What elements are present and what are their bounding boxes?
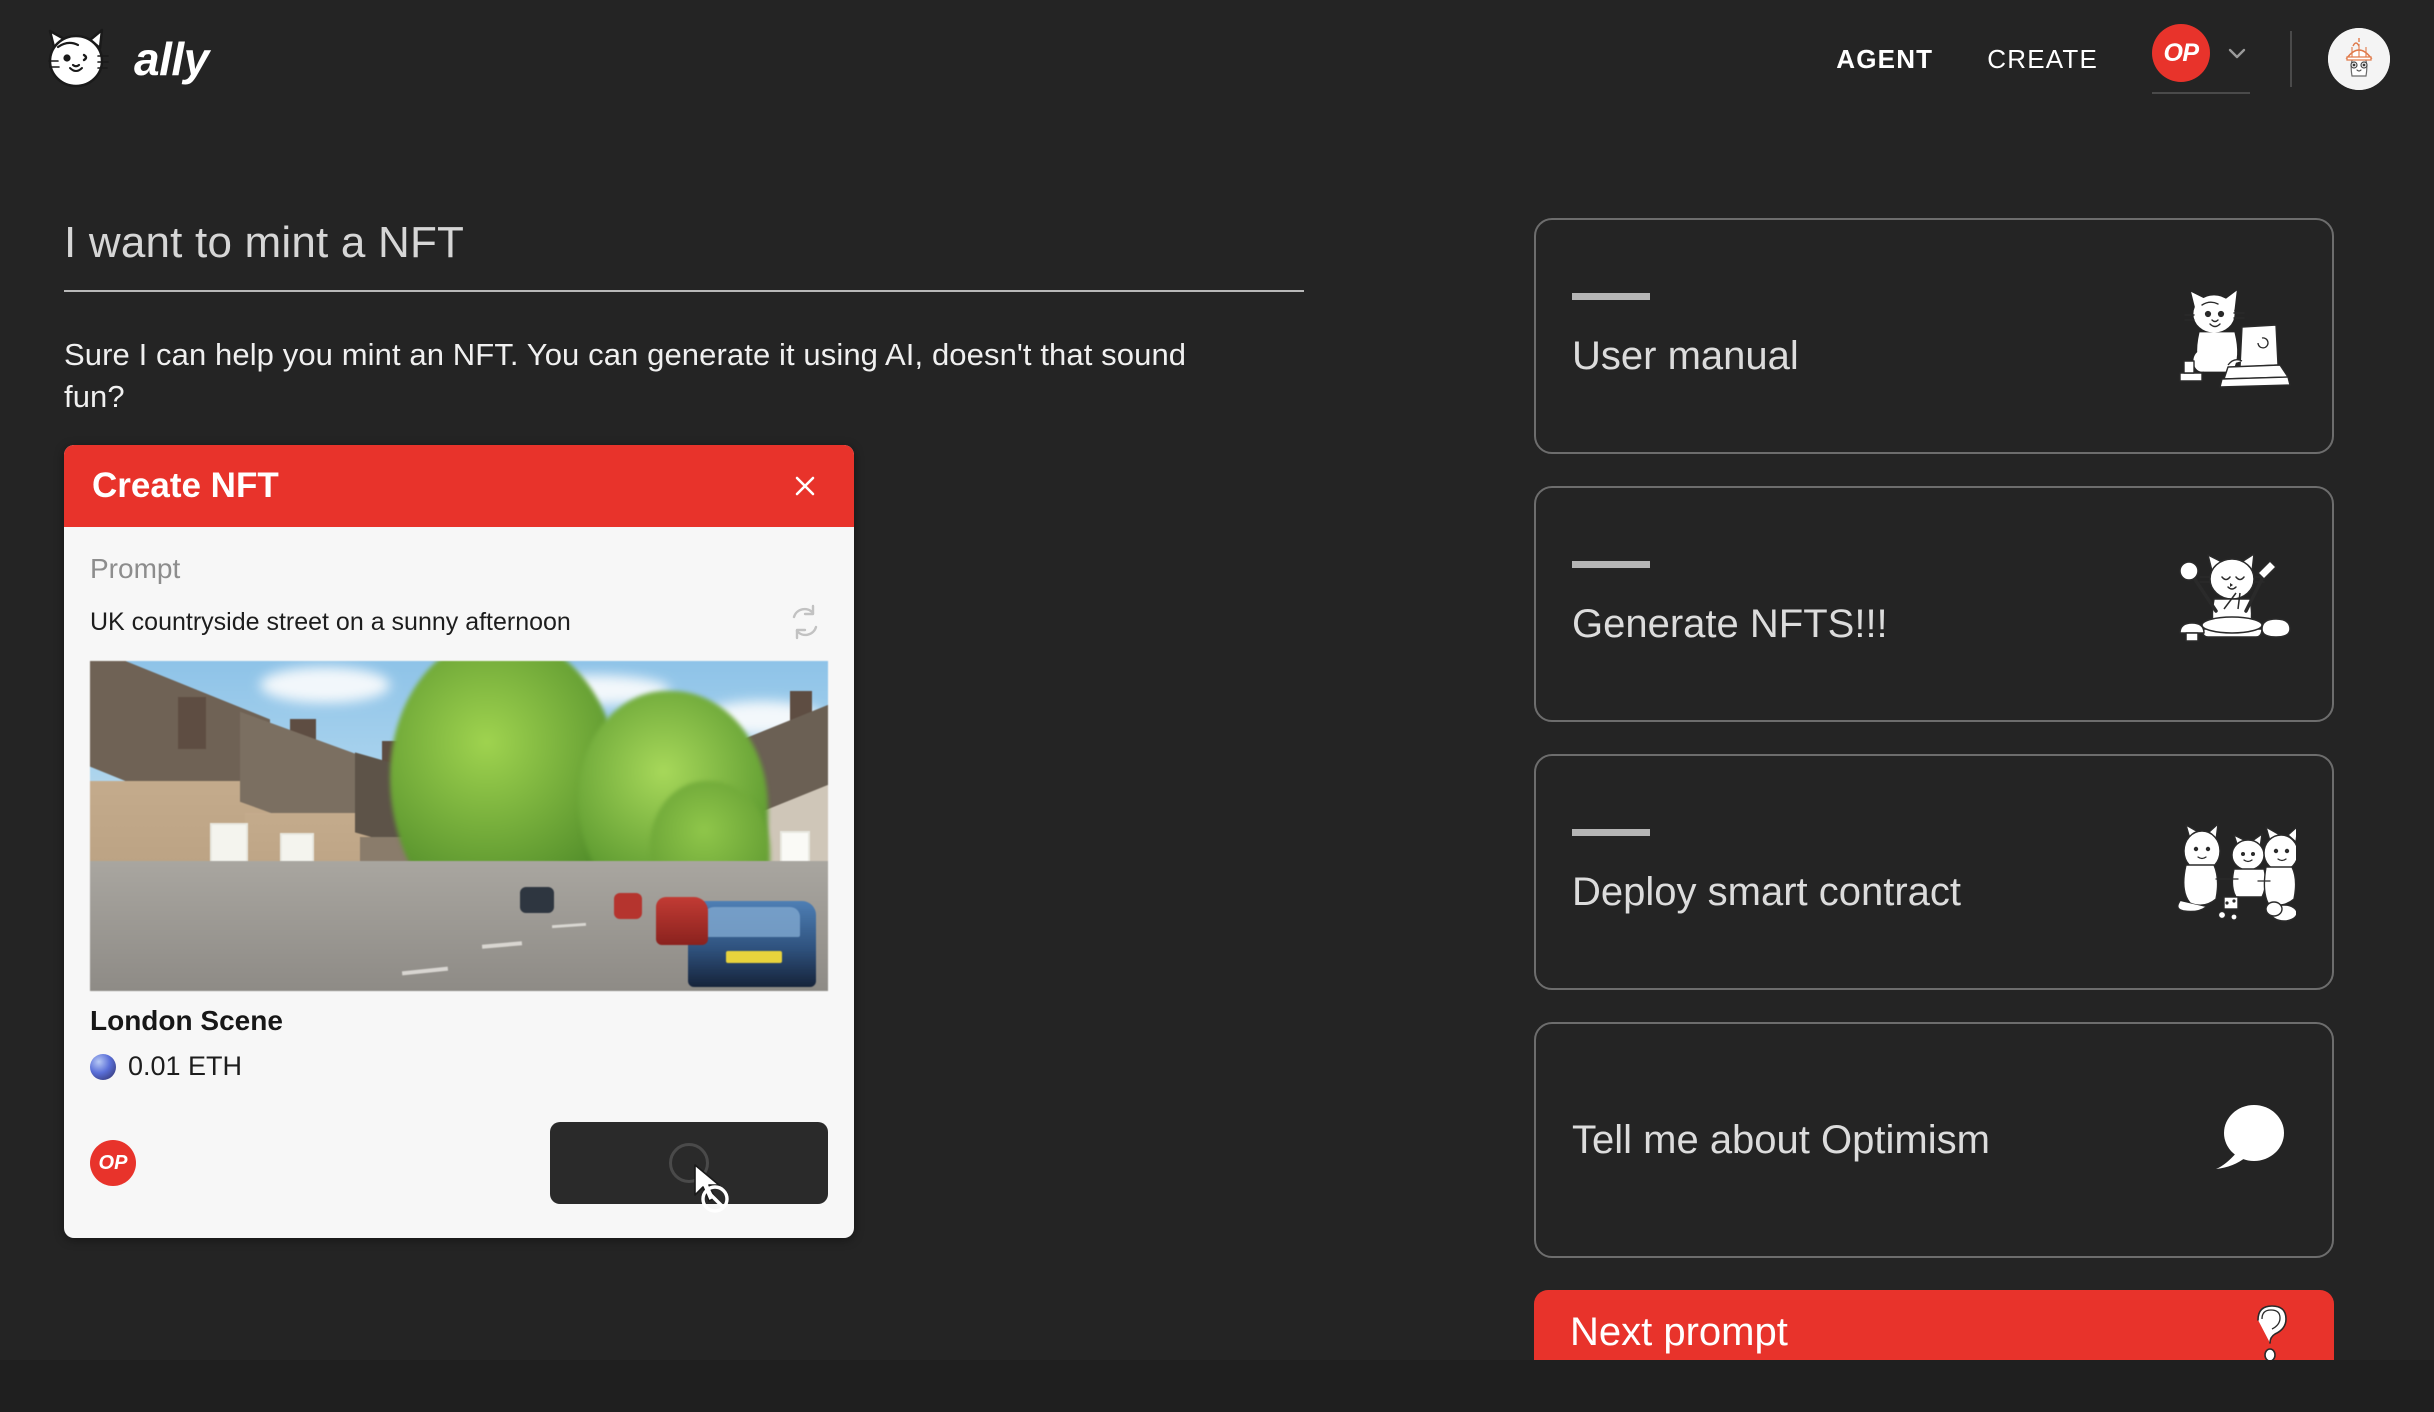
conversation-column: I want to mint a NFT Sure I can help you… [64,218,1324,1239]
close-icon[interactable] [788,469,822,503]
speech-bubble-icon [2204,1099,2296,1181]
prompt-row: UK countryside street on a sunny afterno… [90,603,828,641]
op-chain-badge-small: OP [90,1140,136,1187]
nft-price-row: 0.01 ETH [90,1051,828,1082]
refresh-icon[interactable] [786,603,824,641]
op-chain-badge: OP [2152,24,2210,82]
suggestion-text-group: Deploy smart contract [1572,829,1961,915]
three-cats-icon [2166,817,2306,927]
suggestion-text-group: Generate NFTS!!! [1572,561,1888,647]
user-prompt-title: I want to mint a NFT [64,218,465,267]
cat-cooking-icon [2166,549,2296,659]
question-mark-icon [2246,1302,2298,1362]
suggestion-card-generate-nfts[interactable]: Generate NFTS!!! [1534,486,2334,722]
app-header: ally AGENT CREATE OP [0,0,2434,118]
cat-with-laptop-icon [2166,281,2296,391]
user-avatar[interactable] [2328,28,2390,90]
suggestion-card-user-manual[interactable]: User manual [1534,218,2334,454]
main-nav: AGENT CREATE OP [1836,24,2390,94]
mint-button[interactable] [550,1122,828,1213]
create-nft-card: Create NFT Prompt UK countryside street … [64,445,854,1239]
chain-selector[interactable]: OP [2152,24,2250,94]
loading-spinner-icon [669,1143,709,1184]
create-nft-card-header: Create NFT [64,445,854,528]
suggestion-title: Generate NFTS!!! [1572,602,1888,646]
assistant-reply: Sure I can help you mint an NFT. You can… [64,337,1187,414]
suggestion-card-deploy-smart-contract[interactable]: Deploy smart contract [1534,754,2334,990]
generated-nft-image [90,661,828,992]
suggestion-title: User manual [1572,334,1799,378]
create-nft-title: Create NFT [92,466,279,506]
brand[interactable]: ally [40,27,209,91]
suggestion-card-tell-me-about-optimism[interactable]: Tell me about Optimism [1534,1022,2334,1258]
card-dash-divider [1572,829,1650,836]
suggestion-text-group: User manual [1572,293,1799,379]
card-dash-divider [1572,561,1650,568]
prompt-value[interactable]: UK countryside street on a sunny afterno… [90,608,571,637]
suggestion-title: Tell me about Optimism [1572,1117,1990,1162]
prompt-label: Prompt [90,553,181,585]
create-nft-card-body: Prompt UK countryside street on a sunny … [64,527,854,1082]
page-content: I want to mint a NFT Sure I can help you… [0,118,2434,1412]
nft-meta: London Scene 0.01 ETH [90,991,828,1082]
create-nft-card-footer: OP [64,1082,854,1238]
eth-orb-icon [90,1053,116,1080]
nav-link-create[interactable]: CREATE [1987,44,2098,75]
next-prompt-label: Next prompt [1570,1309,1788,1354]
footer-band [0,1360,2434,1412]
nav-divider [2290,31,2292,87]
suggestion-title: Deploy smart contract [1572,870,1962,914]
nft-name: London Scene [90,1005,283,1037]
chevron-down-icon [2224,40,2250,66]
suggestion-text-group: Tell me about Optimism [1572,1118,1990,1163]
nav-link-agent[interactable]: AGENT [1836,44,1933,75]
brand-name: ally [134,33,209,85]
card-dash-divider [1572,293,1650,300]
cat-face-logo-icon [40,27,112,91]
suggestions-column: User manual Generate NFTS!!! Deploy smar… [1534,218,2334,1374]
nft-price: 0.01 ETH [128,1051,243,1082]
title-divider [64,290,1304,292]
